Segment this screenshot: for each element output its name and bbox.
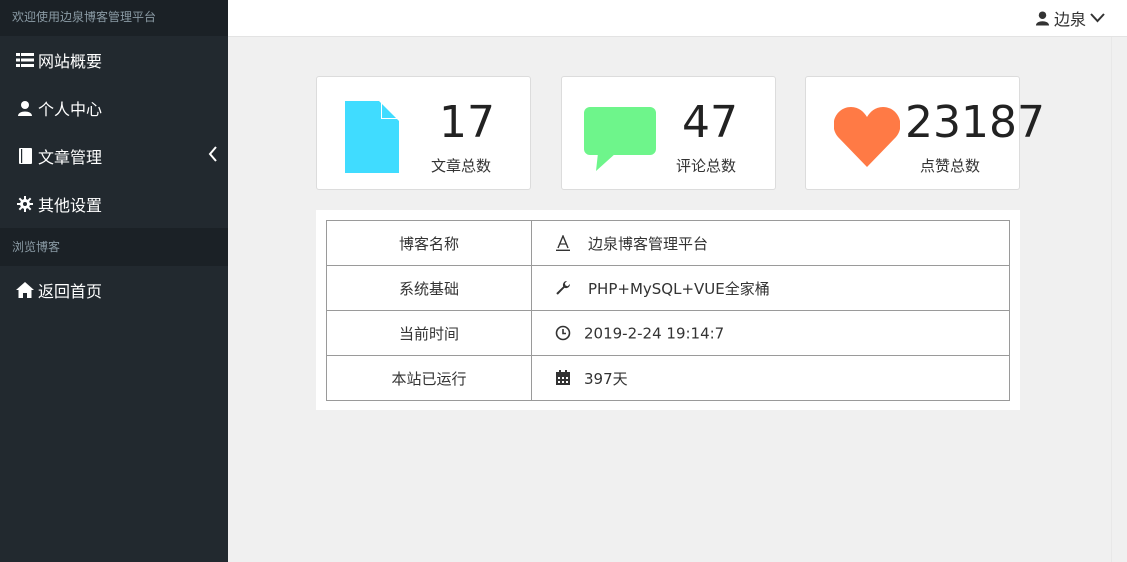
table-row: 系统基础 PHP+MySQL+VUE全家桶 bbox=[326, 265, 1010, 311]
info-key: 当前时间 bbox=[326, 310, 532, 356]
info-key: 博客名称 bbox=[326, 220, 532, 266]
username: 边泉 bbox=[1053, 10, 1086, 29]
sidebar-item-profile[interactable]: 个人中心 bbox=[0, 84, 228, 132]
info-key: 本站已运行 bbox=[326, 355, 532, 401]
sidebar-item-articles[interactable]: 文章管理 bbox=[0, 132, 228, 180]
font-icon bbox=[554, 234, 572, 252]
site-info-panel: 博客名称 边泉博客管理平台 系统基础 PHP+MySQL+VUE全家桶 当前时间… bbox=[316, 210, 1020, 410]
chevron-left-icon[interactable] bbox=[208, 146, 218, 166]
wrench-icon bbox=[554, 279, 572, 297]
info-key: 系统基础 bbox=[326, 265, 532, 311]
sidebar-item-label: 个人中心 bbox=[38, 100, 103, 119]
stat-value: 23187 bbox=[905, 97, 1045, 148]
chevron-down-icon bbox=[1090, 13, 1105, 23]
stat-label: 点赞总数 bbox=[920, 157, 981, 175]
user-icon bbox=[16, 99, 34, 117]
table-row: 本站已运行 397天 bbox=[326, 355, 1010, 401]
stat-card-articles: 17 文章总数 bbox=[316, 76, 531, 190]
user-icon bbox=[1035, 10, 1050, 26]
info-value: 397天 bbox=[584, 369, 628, 388]
info-value-cell: 边泉博客管理平台 bbox=[531, 220, 1010, 266]
stat-value: 47 bbox=[682, 97, 738, 148]
info-value: PHP+MySQL+VUE全家桶 bbox=[588, 279, 770, 298]
site-info-table: 博客名称 边泉博客管理平台 系统基础 PHP+MySQL+VUE全家桶 当前时间… bbox=[326, 220, 1010, 401]
stat-card-likes: 23187 点赞总数 bbox=[805, 76, 1045, 190]
book-icon bbox=[16, 147, 34, 165]
stat-card-comments: 47 评论总数 bbox=[561, 76, 776, 190]
info-value-cell: PHP+MySQL+VUE全家桶 bbox=[531, 265, 1010, 311]
stat-label: 评论总数 bbox=[676, 157, 737, 175]
sidebar-item-label: 网站概要 bbox=[38, 52, 103, 71]
heart-icon bbox=[833, 107, 901, 171]
sidebar-item-label: 其他设置 bbox=[38, 196, 103, 215]
info-value: 边泉博客管理平台 bbox=[588, 234, 709, 253]
info-value-cell: 2019-2-24 19:14:7 bbox=[531, 310, 1010, 356]
sidebar: 欢迎使用边泉博客管理平台 网站概要 个人中心 文章管理 其他设置 浏览博客 返回… bbox=[0, 0, 228, 562]
calendar-icon bbox=[554, 369, 572, 387]
home-icon bbox=[16, 281, 34, 299]
comment-icon bbox=[584, 107, 656, 175]
top-bar: 边泉 bbox=[228, 0, 1127, 37]
table-row: 当前时间 2019-2-24 19:14:7 bbox=[326, 310, 1010, 356]
info-value: 2019-2-24 19:14:7 bbox=[584, 324, 725, 343]
welcome-text: 欢迎使用边泉博客管理平台 bbox=[0, 0, 228, 36]
sidebar-item-settings[interactable]: 其他设置 bbox=[0, 180, 228, 228]
gear-icon bbox=[16, 195, 34, 213]
sidebar-item-label: 文章管理 bbox=[38, 148, 103, 167]
sidebar-item-overview[interactable]: 网站概要 bbox=[0, 36, 228, 84]
table-row: 博客名称 边泉博客管理平台 bbox=[326, 220, 1010, 266]
stat-value: 17 bbox=[439, 97, 495, 148]
stat-label: 文章总数 bbox=[431, 157, 492, 175]
sidebar-item-home[interactable]: 返回首页 bbox=[0, 266, 228, 314]
clock-icon bbox=[554, 324, 572, 342]
info-value-cell: 397天 bbox=[531, 355, 1010, 401]
user-menu[interactable]: 边泉 bbox=[1035, 6, 1105, 30]
sidebar-item-label: 返回首页 bbox=[38, 282, 103, 301]
file-icon bbox=[345, 101, 399, 177]
section-label-browse: 浏览博客 bbox=[0, 228, 228, 266]
list-icon bbox=[16, 51, 34, 69]
scrollbar[interactable] bbox=[1111, 37, 1127, 562]
